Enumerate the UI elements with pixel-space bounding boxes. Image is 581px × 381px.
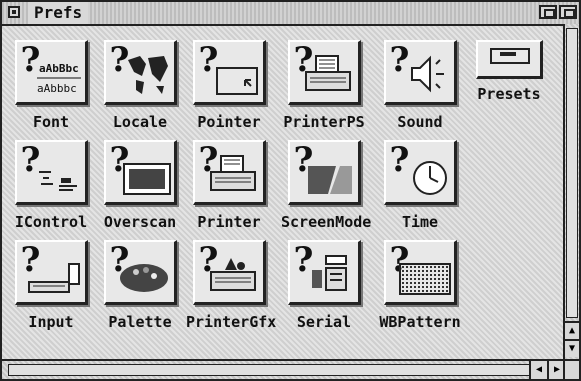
icon-label: Printer: [197, 213, 261, 231]
horizontal-scroll-knob[interactable]: [8, 364, 530, 376]
postscript-printer-icon: ?: [287, 40, 361, 105]
overscan-icon: ?: [103, 140, 177, 205]
resize-gadget-icon[interactable]: [563, 359, 579, 379]
prefs-icon-locale[interactable]: ? Locale: [97, 40, 183, 131]
palette-icon: ?: [103, 240, 177, 305]
icon-label: Palette: [108, 313, 172, 331]
icon-label: Time: [401, 213, 439, 231]
presets-label: Presets: [477, 85, 541, 103]
prefs-icon-font[interactable]: ? aAbBbc aAbbbc Font: [8, 40, 94, 131]
prefs-icon-wbpattern[interactable]: ? WBPattern: [377, 240, 463, 331]
font-icon: ? aAbBbc aAbbbc: [14, 40, 88, 105]
zoom-gadget-icon[interactable]: [539, 5, 557, 19]
prefs-icon-pointer[interactable]: ? Pointer: [186, 40, 272, 131]
scroll-down-icon[interactable]: ▼: [565, 339, 579, 357]
prefs-icon-printergfx[interactable]: ? PrinterGfx: [186, 240, 277, 331]
icon-label: Input: [28, 313, 74, 331]
icon-label: Pointer: [197, 113, 261, 131]
icon-label: Font: [32, 113, 70, 131]
clock-icon: ?: [383, 140, 457, 205]
icon-label: Serial: [296, 313, 352, 331]
prefs-icon-sound[interactable]: ? Sound: [377, 40, 463, 131]
icon-label: WBPattern: [379, 313, 461, 331]
printer-icon: ?: [192, 140, 266, 205]
prefs-icon-time[interactable]: ? Time: [377, 140, 463, 231]
icon-label: Locale: [112, 113, 168, 131]
drawer-icon: [475, 40, 543, 79]
screenmode-icon: ?: [287, 140, 361, 205]
presets-drawer[interactable]: Presets: [470, 40, 548, 103]
svg-text:aAbbbc: aAbbbc: [37, 82, 77, 95]
icon-label: Sound: [397, 113, 443, 131]
icon-label: Overscan: [103, 213, 177, 231]
prefs-icon-overscan[interactable]: ? Overscan: [97, 140, 183, 231]
icon-label: ScreenMode: [281, 213, 372, 231]
vertical-scroll-knob[interactable]: [566, 28, 578, 318]
icontrol-icon: ?: [14, 140, 88, 205]
printer-graphics-icon: ?: [192, 240, 266, 305]
vertical-scrollbar[interactable]: ▲ ▼: [563, 24, 579, 359]
horizontal-scrollbar[interactable]: ◀ ▶: [2, 359, 565, 379]
depth-gadget-icon[interactable]: [559, 5, 577, 19]
speaker-icon: ?: [383, 40, 457, 105]
prefs-icon-icontrol[interactable]: ? IControl: [8, 140, 94, 231]
close-gadget-icon[interactable]: [8, 6, 20, 18]
scroll-left-icon[interactable]: ◀: [529, 361, 547, 379]
title-bar[interactable]: Prefs: [2, 2, 579, 26]
prefs-icon-printerps[interactable]: ? PrinterPS: [281, 40, 367, 131]
prefs-icon-input[interactable]: ? Input: [8, 240, 94, 331]
prefs-window: Prefs ? aAbBbc aAbbbc Font ? Locale ? Po…: [0, 0, 581, 381]
world-map-icon: ?: [103, 40, 177, 105]
pattern-icon: ?: [383, 240, 457, 305]
prefs-icon-printer[interactable]: ? Printer: [186, 140, 272, 231]
prefs-icon-screenmode[interactable]: ? ScreenMode: [281, 140, 372, 231]
svg-text:aAbBbc: aAbBbc: [39, 62, 79, 75]
scroll-up-icon[interactable]: ▲: [565, 321, 579, 339]
pointer-icon: ?: [192, 40, 266, 105]
window-title: Prefs: [28, 2, 89, 24]
prefs-icon-palette[interactable]: ? Palette: [97, 240, 183, 331]
icon-label: IControl: [14, 213, 88, 231]
serial-port-icon: ?: [287, 240, 361, 305]
keyboard-icon: ?: [14, 240, 88, 305]
icon-label: PrinterGfx: [186, 313, 277, 331]
prefs-icon-serial[interactable]: ? Serial: [281, 240, 367, 331]
icon-label: PrinterPS: [283, 113, 365, 131]
